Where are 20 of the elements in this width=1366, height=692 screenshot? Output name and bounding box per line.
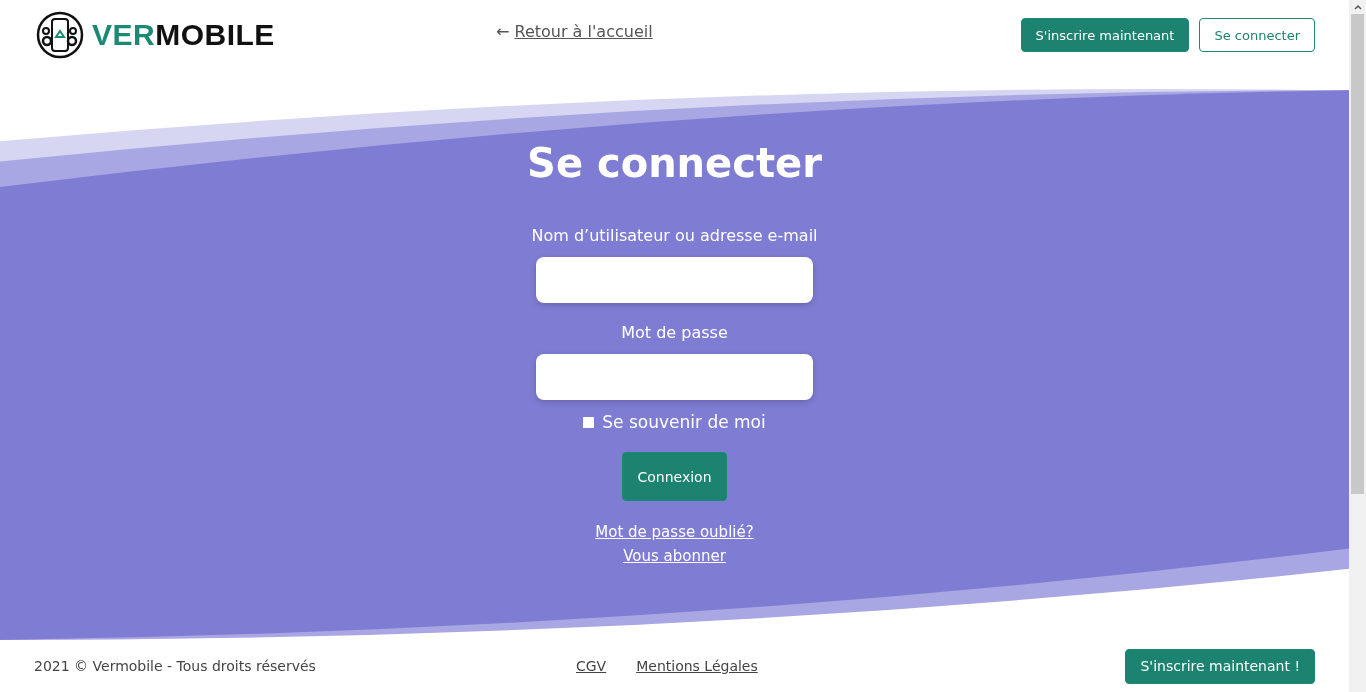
logo-icon bbox=[36, 11, 84, 59]
page-title: Se connecter bbox=[527, 140, 822, 186]
field-label: Nom d’utilisateur ou adresse e-mail bbox=[531, 226, 818, 245]
username-field[interactable] bbox=[536, 257, 813, 303]
signup-button[interactable]: S'inscrire maintenant bbox=[1020, 18, 1190, 52]
field-label: Mot de passe bbox=[621, 323, 728, 342]
footer-link[interactable]: CGV bbox=[576, 658, 607, 674]
login-button[interactable]: Se connecter bbox=[1199, 18, 1315, 52]
text-link[interactable]: Vous abonner bbox=[623, 547, 726, 565]
scrollbar[interactable] bbox=[1349, 0, 1366, 692]
password-field[interactable] bbox=[536, 354, 813, 400]
checkbox-label: Se souvenir de moi bbox=[602, 412, 766, 432]
remember-checkbox[interactable] bbox=[583, 416, 595, 428]
signup-button[interactable]: S'inscrire maintenant ! bbox=[1125, 648, 1315, 684]
logo-wordmark: VERMOBILE bbox=[92, 18, 275, 52]
back-link[interactable]: ← Retour à l'accueil bbox=[496, 21, 653, 41]
text-link[interactable]: Mot de passe oublié? bbox=[595, 523, 754, 541]
footer-link[interactable]: Mentions Légales bbox=[636, 658, 758, 674]
login-button[interactable]: Connexion bbox=[622, 452, 727, 501]
copyright-text: 2021 © Vermobile - Tous droits réservés bbox=[34, 658, 317, 674]
